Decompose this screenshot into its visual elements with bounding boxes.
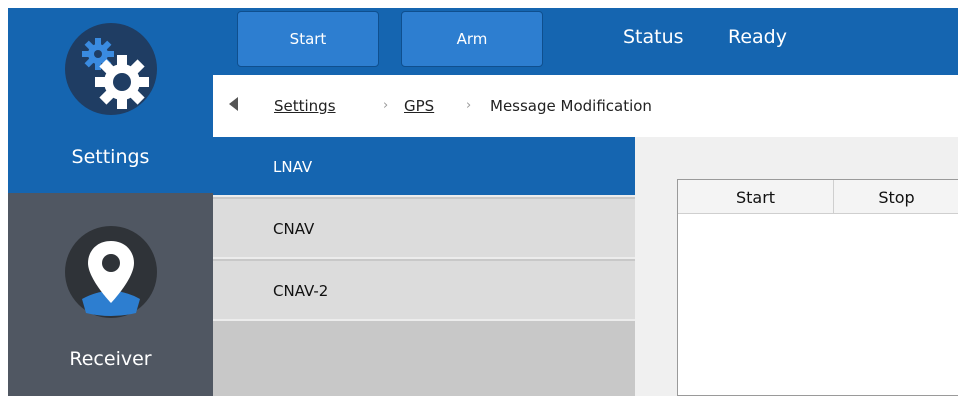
breadcrumb-gps[interactable]: GPS <box>404 97 434 115</box>
column-header-stop[interactable]: Stop <box>834 180 958 214</box>
location-pin-icon <box>62 223 160 325</box>
top-bar: Start Arm Status Ready <box>213 8 958 75</box>
modification-table[interactable]: Start Stop <box>677 179 958 396</box>
message-type-cnav[interactable]: CNAV <box>213 199 635 259</box>
nav-item-receiver[interactable]: Receiver <box>8 193 213 396</box>
breadcrumb: Settings › GPS › Message Modification <box>213 75 958 137</box>
breadcrumb-current: Message Modification <box>490 97 652 115</box>
message-type-list: LNAV CNAV CNAV-2 <box>213 137 635 396</box>
back-arrow-icon[interactable] <box>229 97 238 111</box>
settings-gears-icon <box>62 20 160 122</box>
message-type-cnav-2[interactable]: CNAV-2 <box>213 261 635 321</box>
arm-button[interactable]: Arm <box>401 11 543 67</box>
table-header: Start Stop <box>678 180 958 214</box>
message-type-lnav[interactable]: LNAV <box>213 137 635 197</box>
nav-item-receiver-label: Receiver <box>69 348 152 370</box>
column-header-start[interactable]: Start <box>678 180 834 214</box>
content-panel: Start Stop <box>635 137 958 396</box>
nav-rail: Settings Receiver <box>8 8 213 396</box>
nav-item-settings-label: Settings <box>71 146 150 168</box>
breadcrumb-separator-icon: › <box>383 98 389 113</box>
breadcrumb-settings[interactable]: Settings <box>274 97 336 115</box>
start-button[interactable]: Start <box>237 11 379 67</box>
status-value: Ready <box>728 26 787 48</box>
nav-item-settings[interactable]: Settings <box>8 8 213 193</box>
breadcrumb-separator-icon: › <box>466 98 472 113</box>
status-label: Status <box>623 26 684 48</box>
